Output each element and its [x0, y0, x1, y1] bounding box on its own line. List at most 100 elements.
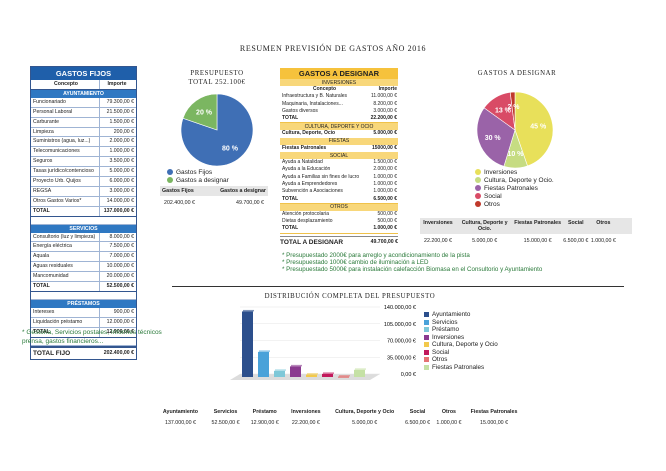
- row-amount: 2.000,00 €: [109, 138, 134, 145]
- row-amount: 3.000,00 €: [109, 187, 134, 194]
- presupuesto-title: PRESUPUESTO: [190, 70, 244, 77]
- row-amount: 1.000,00 €: [109, 148, 134, 155]
- table-row: Liquidación préstamo 12.000,00 €: [31, 317, 136, 328]
- table-header-cell: Inversiones: [423, 220, 453, 226]
- table-cell: 5.000,00 €: [472, 238, 498, 244]
- designar-table: GASTOS A DESIGNAR INVERSIONES Concepto Imp…: [280, 68, 398, 246]
- designar-pie-chart: 45 %10 %30 %13 %2 %: [476, 91, 554, 169]
- legend-label: Otros: [432, 356, 448, 364]
- bar: [338, 376, 349, 378]
- legend-designar: Gastos a designar: [167, 176, 229, 184]
- table-row: Limpieza 200,00 €: [31, 127, 136, 138]
- table-row: Seguros 3.500,00 €: [31, 157, 136, 168]
- pie-label: 30 %: [485, 135, 502, 142]
- total-value: 137.000,00 €: [103, 207, 134, 214]
- section-gap: [31, 292, 136, 300]
- table-row: Proyecto Urb. Quijos 6.000,00 €: [31, 177, 136, 187]
- presupuesto-table-values: 202.400,00 € 49.700,00 €: [160, 196, 268, 210]
- presupuesto-title-block: PRESUPUESTO TOTAL 252.100€: [162, 70, 272, 86]
- row-amount: 500,00 €: [377, 210, 397, 217]
- total-label: TOTAL: [31, 206, 100, 216]
- table-cell: 1.000,00 €: [590, 238, 616, 244]
- section-header: SOCIAL: [280, 152, 398, 160]
- table-row: Aguas residuales 10.000,00 €: [31, 262, 136, 273]
- presupuesto-total: TOTAL 252.100€: [188, 79, 246, 86]
- table-cell: 6.500,00 €: [405, 420, 431, 426]
- legend-label: Fiestas Patronales: [432, 363, 485, 371]
- presupuesto-pie-chart: 80 % 20 %: [180, 93, 254, 167]
- table-row: Funcionariado 79.300,00 €: [31, 97, 136, 108]
- table-header-cell: Otros: [441, 409, 457, 415]
- row-concept: Liquidación préstamo: [31, 317, 100, 327]
- legend-item: Cultura, Deporte y Ocio: [424, 341, 498, 349]
- section-header: OTROS: [280, 203, 398, 211]
- table-cell: 12.900,00 €: [250, 420, 279, 426]
- grand-total-value: 202.400,00 €: [103, 349, 134, 356]
- amount-header: Importe: [378, 86, 397, 92]
- legend-item: Inversiones: [475, 168, 554, 176]
- total-value: 1.000,00 €: [373, 225, 397, 232]
- bar-top: [323, 372, 334, 374]
- row-concept: Proyecto Urb. Quijos: [31, 177, 100, 186]
- legend-swatch: [424, 319, 429, 325]
- row-concept: Limpieza: [31, 127, 100, 137]
- table-row: Suministros (agua, luz...) 2.000,00 €: [31, 137, 136, 148]
- table-header-cell: Servicios: [213, 409, 238, 415]
- designar-values-row: 22.200,00 € 5.000,00 € 15.000,00 € 6.500,00…: [420, 234, 632, 248]
- table-row: Aquala 7.000,00 €: [31, 252, 136, 263]
- section-total: TOTAL 6.500,00 €: [280, 196, 398, 204]
- bar: [242, 311, 253, 377]
- distribution-title: DISTRIBUCIÓN COMPLETA DEL PRESUPUESTO: [264, 293, 436, 300]
- page-title: RESUMEN PREVISIÓN DE GASTOS AÑO 2016: [239, 44, 427, 53]
- legend-fixed: Gastos Fijos: [167, 168, 229, 176]
- table-row: Personal Laboral 21.500,00 €: [31, 107, 136, 118]
- row-concept: Subvención a Asociaciones: [282, 188, 343, 195]
- table-header-cell: Otros: [596, 220, 611, 226]
- notes: * Presupuestado 2000€ para arreglo y aco…: [282, 252, 582, 273]
- y-tick-label: 0,00 €: [401, 372, 416, 378]
- table-cell: 6.500,00 €: [563, 238, 589, 244]
- pie-label: 20 %: [196, 109, 213, 116]
- legend-label: Otros: [484, 200, 500, 208]
- legend-item: Otros: [424, 356, 498, 364]
- grand-total-label: TOTAL FIJO: [33, 349, 71, 357]
- pie-label: 2 %: [507, 104, 520, 111]
- row-concept: Cultura, Deporte, Ocio: [282, 130, 336, 137]
- table-row: Intereses 900,00 €: [31, 307, 136, 318]
- row-concept: Gastos diversos: [282, 107, 318, 114]
- y-tick-label: 35.000,00 €: [387, 355, 416, 361]
- row-amount: 79.300,00 €: [106, 98, 134, 105]
- y-tick-label: 70.000,00 €: [387, 339, 416, 345]
- table-header-cell: Social: [409, 409, 426, 415]
- legend-swatch: [475, 201, 481, 207]
- row-concept: Carburante: [31, 117, 100, 127]
- designar-header: GASTOS A DESIGNAR: [280, 68, 398, 79]
- row-concept: Atención protocolaria: [282, 210, 329, 217]
- legend-item: Fiestas Patronales: [475, 184, 554, 192]
- table-cell: 15.000,00 €: [523, 238, 552, 244]
- bar-top: [243, 309, 254, 312]
- total-value: 6.500,00 €: [373, 195, 397, 202]
- bar-top: [355, 368, 366, 370]
- table-header-cell: Cultura, Deporte y Ocio: [335, 409, 395, 415]
- section-header: FIESTAS: [280, 137, 398, 145]
- table-header-cell: Cultura, Deporte y Ocio.: [461, 220, 508, 232]
- legend-label: Social: [432, 348, 450, 356]
- table-row: REGSA 3.000,00 €: [31, 186, 136, 197]
- row-concept: Energía eléctrica: [31, 242, 100, 252]
- legend-item: Social: [475, 192, 554, 200]
- table-cell: 15.000,00 €: [480, 420, 509, 426]
- section-header: INVERSIONES: [280, 79, 398, 86]
- section-total: TOTAL 1.000,00 €: [280, 225, 398, 234]
- legend-designar-swatch: [167, 177, 173, 183]
- table-row: Gastos diversos 3.000,00 €: [280, 108, 398, 115]
- table-row: Fiestas Patronales 15000,00 €: [280, 145, 398, 152]
- legend-label: Inversiones: [484, 168, 518, 176]
- table-row: Tasas jurídico/contencioso 5.000,00 €: [31, 167, 136, 178]
- total-value: 52.500,00 €: [106, 283, 134, 290]
- row-amount: 21.500,00 €: [106, 108, 134, 115]
- legend-item: Social: [424, 349, 498, 357]
- legend-item: Cultura, Deporte y Ocio.: [475, 176, 554, 184]
- legend-designar-label: Gastos a designar: [176, 176, 229, 184]
- row-concept: Telecomunicaciones: [31, 147, 100, 157]
